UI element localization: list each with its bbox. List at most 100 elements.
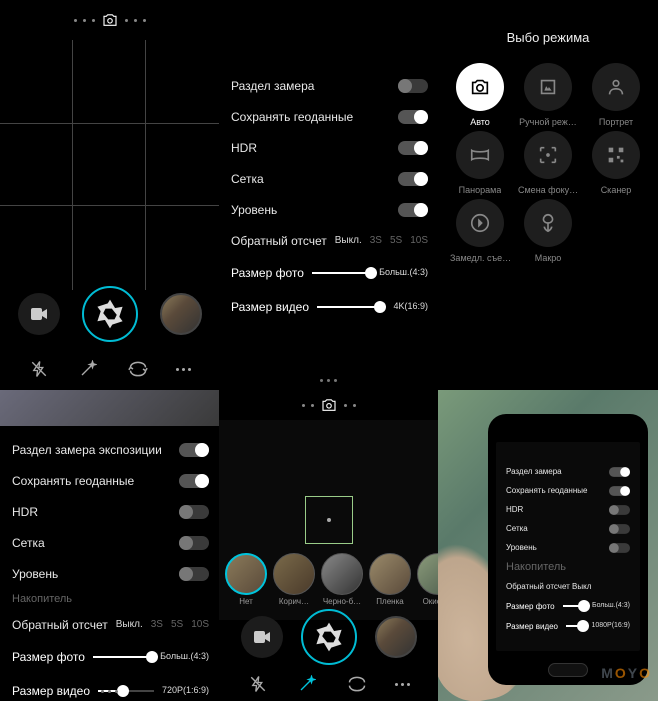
timer-option[interactable]: 5S <box>171 619 183 630</box>
switch-camera-icon[interactable] <box>127 358 149 380</box>
video_size-row[interactable]: Размер видео1080P(16:9) <box>506 616 630 636</box>
mode-camera[interactable]: Авто <box>446 63 514 127</box>
video-mode-button[interactable] <box>241 616 283 658</box>
setting-row[interactable]: Уровень <box>231 194 428 225</box>
toggle-switch[interactable] <box>398 110 428 124</box>
setting-row[interactable]: Уровень <box>506 538 630 557</box>
mode-qr[interactable]: Сканер <box>582 131 650 195</box>
setting-label: Размер фото <box>12 650 85 664</box>
setting-row[interactable]: Сохранять геоданные <box>231 101 428 132</box>
setting-label: Раздел замера <box>231 79 314 93</box>
setting-label: Сетка <box>12 536 45 550</box>
timer-option[interactable]: Выкл. <box>335 235 362 246</box>
timer-row[interactable]: Обратный отсчетВыкл.3S5S10S <box>231 225 428 256</box>
timer-option[interactable]: 3S <box>370 235 382 246</box>
setting-label: Обратный отсчет Выкл <box>506 582 591 591</box>
setting-row[interactable]: Сохранять геоданные <box>506 481 630 500</box>
more-icon[interactable] <box>395 683 410 686</box>
slider[interactable] <box>312 272 371 274</box>
mode-slowmo[interactable]: Замедл. съе… <box>446 199 514 263</box>
setting-row[interactable]: Сетка <box>231 163 428 194</box>
mode-focus[interactable]: Смена фоку… <box>514 131 582 195</box>
slider[interactable] <box>566 625 583 627</box>
shutter-button[interactable] <box>82 286 138 342</box>
switch-camera-icon[interactable] <box>346 673 368 695</box>
toggle-switch[interactable] <box>398 79 428 93</box>
mode-picker-panel: Выбо режима АвтоРучной реж…ПортретПанора… <box>438 0 658 390</box>
timer-row[interactable]: Обратный отсчетВыкл.3S5S10S <box>12 609 209 640</box>
toggle-switch[interactable] <box>398 172 428 186</box>
setting-row[interactable]: Раздел замера <box>231 70 428 101</box>
slider[interactable] <box>563 605 584 607</box>
top-mode-strip[interactable] <box>219 390 438 420</box>
timer-option[interactable]: 10S <box>191 619 209 630</box>
setting-row[interactable]: Сетка <box>506 519 630 538</box>
toggle-switch[interactable] <box>609 505 630 515</box>
mode-macro[interactable]: Макро <box>514 199 582 263</box>
video_size-row[interactable]: Размер видео4K(16:9) <box>231 290 428 324</box>
timer-option[interactable]: Выкл. <box>116 619 143 630</box>
section-header: Накопитель <box>506 557 630 577</box>
filter-thumb <box>417 553 438 595</box>
slider[interactable] <box>317 306 380 308</box>
portrait-icon <box>592 63 640 111</box>
setting-row[interactable]: HDR <box>231 132 428 163</box>
timer-option[interactable]: 5S <box>390 235 402 246</box>
gallery-thumbnail[interactable] <box>375 616 417 658</box>
magic-icon[interactable] <box>77 358 99 380</box>
photo_size-row[interactable]: Размер фотоБольш.(4:3) <box>506 596 630 616</box>
setting-row[interactable]: Уровень <box>12 558 209 589</box>
setting-row[interactable]: Сетка <box>12 527 209 558</box>
toggle-switch[interactable] <box>179 536 209 550</box>
filter-item[interactable]: Черно-б… <box>319 553 365 606</box>
photo-panel: Раздел замераСохранять геоданныеHDRСетка… <box>438 390 658 701</box>
timer-option[interactable]: 3S <box>151 619 163 630</box>
setting-row[interactable]: Раздел замера экспозиции <box>12 434 209 465</box>
setting-row[interactable]: Раздел замера <box>506 462 630 481</box>
filter-item[interactable]: Окисл… <box>415 553 438 606</box>
toggle-switch[interactable] <box>609 467 630 477</box>
timer-option[interactable]: 10S <box>410 235 428 246</box>
toggle-switch[interactable] <box>179 474 209 488</box>
toggle-switch[interactable] <box>179 443 209 457</box>
mode-panorama[interactable]: Панорама <box>446 131 514 195</box>
focus-indicator <box>305 496 353 544</box>
home-button[interactable] <box>548 663 588 677</box>
magic-icon[interactable] <box>296 673 318 695</box>
video_size-row[interactable]: Размер видео720P(1:6:9) <box>12 674 209 701</box>
setting-row[interactable]: Сохранять геоданные <box>12 465 209 496</box>
slider[interactable] <box>93 656 152 658</box>
filter-thumb <box>369 553 411 595</box>
setting-label: Уровень <box>506 543 537 552</box>
slider-value: Больш.(4:3) <box>160 652 209 662</box>
toggle-switch[interactable] <box>609 486 630 496</box>
filter-label: Пленка <box>376 597 403 606</box>
page-dots <box>219 379 438 382</box>
toggle-switch[interactable] <box>398 141 428 155</box>
toggle-switch[interactable] <box>179 505 209 519</box>
shutter-button[interactable] <box>301 609 357 665</box>
photo_size-row[interactable]: Размер фотоБольш.(4:3) <box>231 256 428 290</box>
filter-item[interactable]: Нет <box>223 553 269 606</box>
filter-item[interactable]: Пленка <box>367 553 413 606</box>
top-mode-strip[interactable] <box>0 0 219 40</box>
manual-icon <box>524 63 572 111</box>
mode-manual[interactable]: Ручной реж… <box>514 63 582 127</box>
toggle-switch[interactable] <box>609 543 630 553</box>
mode-portrait[interactable]: Портрет <box>582 63 650 127</box>
photo_size-row[interactable]: Размер фото Больш.(4:3) <box>12 640 209 674</box>
video-mode-button[interactable] <box>18 293 60 335</box>
more-icon[interactable] <box>176 368 191 371</box>
flash-icon[interactable] <box>28 358 50 380</box>
gallery-thumbnail[interactable] <box>160 293 202 335</box>
timer-row[interactable]: Обратный отсчет Выкл <box>506 577 630 596</box>
toggle-switch[interactable] <box>179 567 209 581</box>
filter-item[interactable]: Корич… <box>271 553 317 606</box>
phone-device: Раздел замераСохранять геоданныеHDRСетка… <box>488 414 648 685</box>
toggle-switch[interactable] <box>398 203 428 217</box>
setting-row[interactable]: HDR <box>506 500 630 519</box>
toggle-switch[interactable] <box>609 524 630 534</box>
filter-strip[interactable]: НетКорич…Черно-б… Пленка Окисл… <box>219 549 438 609</box>
setting-row[interactable]: HDR <box>12 496 209 527</box>
flash-icon[interactable] <box>247 673 269 695</box>
